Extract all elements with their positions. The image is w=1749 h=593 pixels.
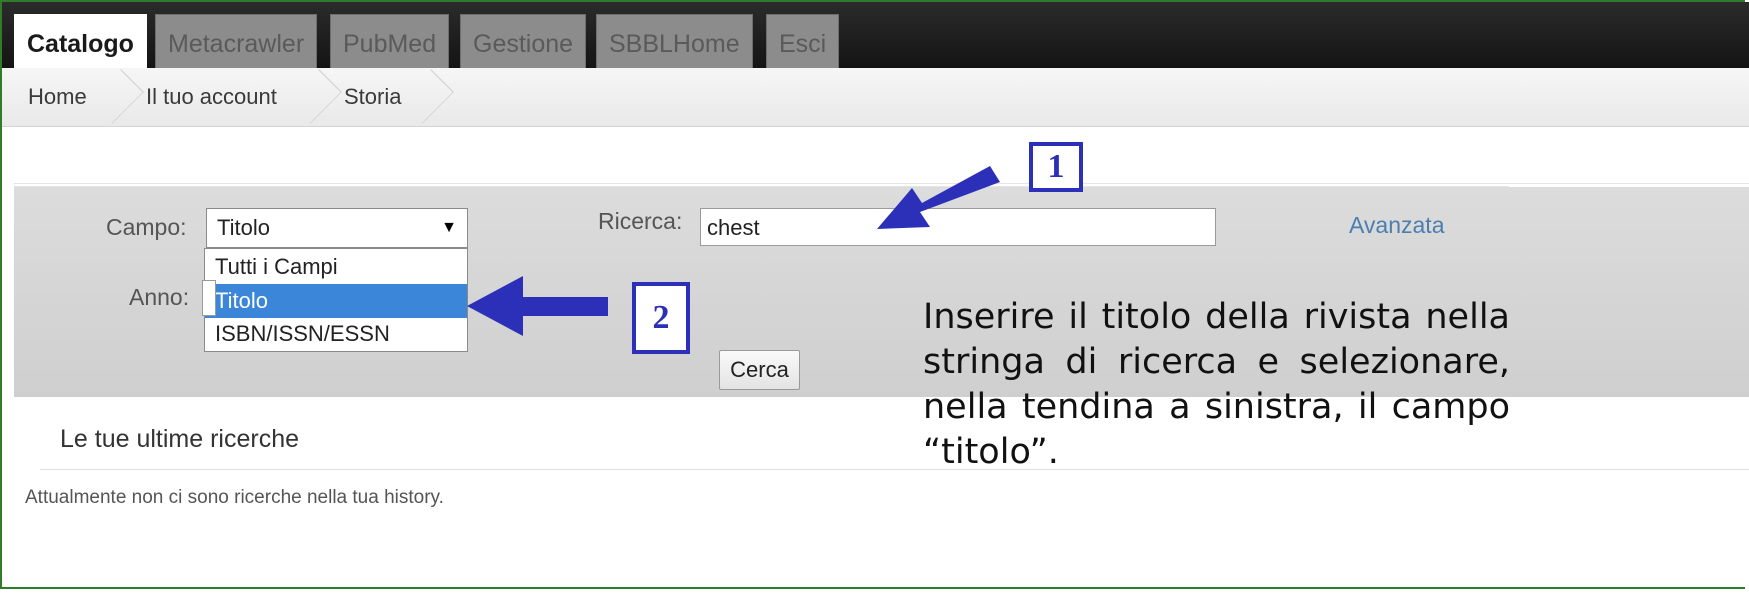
arrow-2	[467, 276, 608, 336]
arrow-1	[877, 166, 1000, 229]
callout-1: 1	[1029, 142, 1083, 192]
callout-2: 2	[632, 282, 690, 354]
instruction-text: Inserire il titolo della rivista nella s…	[923, 297, 1510, 472]
